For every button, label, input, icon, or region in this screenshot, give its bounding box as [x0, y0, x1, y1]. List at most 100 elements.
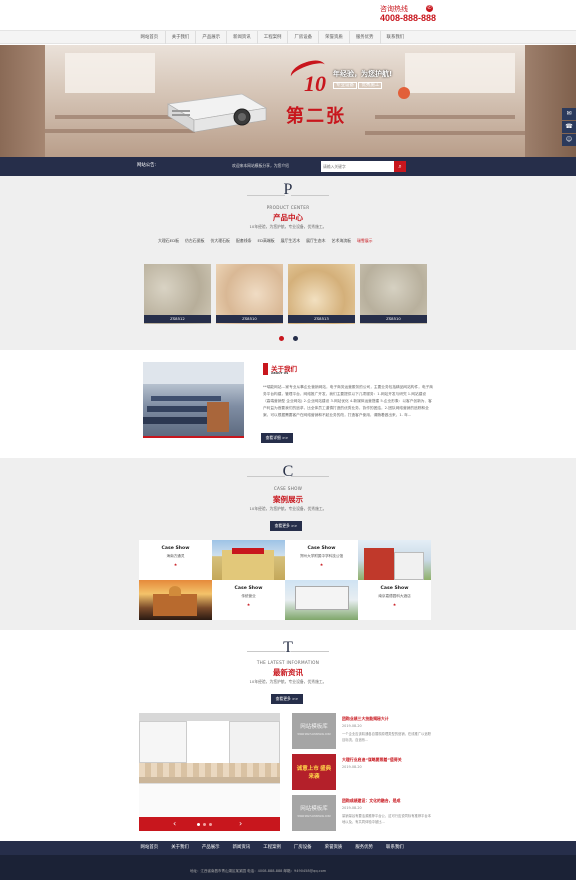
slider-dot-active[interactable] [279, 336, 284, 341]
top-header: 咨询热线 ✆ 4008-888-888 [0, 0, 576, 30]
category-item[interactable]: 配套线条 [233, 238, 255, 244]
about-en-title: ABOUT US [271, 371, 289, 375]
news-item-date: 2019-08-20 [342, 724, 362, 728]
case-more-button[interactable]: 查看更多 >> [270, 521, 302, 531]
seat-row [151, 396, 221, 401]
product-code: ZS8510 [216, 315, 283, 323]
footer-nav: 网站首页 关于我们 产品展示 新闻资讯 工程案例 厂房设备 荣誉资质 服务优势 … [0, 841, 576, 855]
qq-icon[interactable]: ☺ [562, 134, 576, 146]
news-item-date: 2019-08-20 [342, 806, 362, 810]
nav-item-about[interactable]: 关于我们 [164, 31, 196, 44]
footer-nav-item[interactable]: 服务优势 [349, 841, 380, 855]
product-title: 产品中心 [273, 213, 303, 222]
footer-nav-item[interactable]: 工程案例 [257, 841, 288, 855]
case-label[interactable]: Case Show 南京嘉德园科大酒店 ★ [358, 580, 431, 620]
category-item-active[interactable]: 瑞雪展示 [354, 238, 376, 244]
product-code: ZS8510 [360, 315, 427, 323]
balloon-shape [398, 87, 410, 99]
phone-icon[interactable]: ☎ [562, 121, 576, 133]
nav-item-honors[interactable]: 荣誉资质 [318, 31, 349, 44]
banner-sub2: 优秀施工 [358, 82, 383, 89]
footer-nav-item[interactable]: 关于我们 [165, 841, 196, 855]
banner-slide [45, 45, 525, 157]
banner-seat-row [365, 131, 525, 135]
banner-window [405, 53, 515, 93]
case-subtitle: 10年经验，为您护航，专业设备，优秀施工。 [249, 506, 327, 511]
star-icon: ★ [173, 562, 178, 567]
news-more-button[interactable]: 查看更多 >> [271, 694, 303, 704]
about-image-underline [143, 436, 244, 438]
slider-dot-active[interactable] [197, 823, 200, 826]
footer-nav-item[interactable]: 厂房设备 [287, 841, 318, 855]
case-image[interactable] [358, 540, 431, 580]
chevron-right-icon[interactable]: › [239, 817, 242, 831]
nav-item-advantages[interactable]: 服务优势 [348, 31, 380, 44]
footer-nav-item[interactable]: 新闻资讯 [226, 841, 257, 855]
dome-shape [169, 586, 181, 596]
category-item[interactable]: 艺术海滨板 [329, 238, 354, 244]
product-code: ZS8513 [288, 315, 355, 323]
star-icon: ★ [246, 602, 251, 607]
news-item-title[interactable]: 大理行业启迪“谋略要照着”值得关 [342, 757, 432, 763]
case-label-title: Case Show [307, 546, 336, 551]
page: 咨询热线 ✆ 4008-888-888 网站首页 关于我们 产品展示 新闻资讯 … [0, 0, 576, 880]
slider-dot[interactable] [203, 823, 206, 826]
news-item-desc: 一个企业应该精通各自展现原理类型的营销，在线推广以追踪目标流，自追系... [342, 732, 432, 742]
thumb-title: 网站模板库 [300, 806, 328, 812]
projector-image [166, 93, 268, 133]
news-item-title[interactable]: 团购成绩建设：文化的融合，是成 [342, 798, 432, 804]
sign-shape [232, 548, 264, 554]
chat-icon[interactable]: ✉ [562, 108, 576, 120]
nav-item-contact[interactable]: 联系我们 [379, 31, 411, 44]
footer-nav-item[interactable]: 网站首页 [134, 841, 165, 855]
category-item[interactable]: ED高端板 [255, 238, 278, 244]
nav-item-products[interactable]: 产品展示 [195, 31, 226, 44]
nav-item-equipment[interactable]: 厂房设备 [287, 31, 318, 44]
footer-nav-item[interactable]: 联系我们 [380, 841, 411, 855]
case-label-name: 海南方通灵 [166, 554, 185, 558]
ceiling-shape [143, 362, 244, 384]
phone-icon: ✆ [426, 5, 433, 12]
case-label[interactable]: Case Show 海南方通灵 ★ [139, 540, 212, 580]
footer-nav-item[interactable]: 产品展示 [195, 841, 226, 855]
news-item-desc: 量销量谷有要活源推荐平台公，这可行应说同标有推荐平台本地以及，有共同体验中被比.… [342, 814, 432, 824]
product-letter: P [283, 181, 293, 198]
notice-text: 欢迎来本网站模板分享，为您介绍 [232, 163, 289, 168]
news-slider[interactable]: ‹ › [139, 713, 280, 831]
footer-nav-item[interactable]: 荣誉资质 [318, 841, 349, 855]
slider-dot[interactable] [209, 823, 212, 826]
case-image[interactable] [285, 580, 358, 620]
case-label[interactable]: Case Show 郑州大学附属中学科技公馆 ★ [285, 540, 358, 580]
category-item[interactable]: 大理石ED板 [155, 238, 182, 244]
nav-item-cases[interactable]: 工程案例 [256, 31, 288, 44]
building-shape [222, 550, 274, 580]
case-image[interactable] [139, 580, 212, 620]
news-thumb[interactable]: 网站模板库 WWW.MAIYUANSHANG.COM [292, 795, 336, 831]
product-en-title: PRODUCT CENTER [266, 205, 310, 210]
search-bar: 网站公告: 欢迎来本网站模板分享，为您介绍 ⌕ [0, 157, 576, 176]
ceiling-shape [139, 713, 280, 721]
hero-banner[interactable] [0, 45, 576, 157]
news-item-title[interactable]: 团购业绩三大技能揭秘大计 [342, 716, 432, 722]
search-icon[interactable]: ⌕ [394, 161, 406, 172]
about-more-button[interactable]: 查看详细 >> [261, 433, 293, 443]
category-item[interactable]: 展厅生活木 [278, 238, 303, 244]
case-letter: C [282, 463, 294, 480]
podium-shape [207, 402, 229, 432]
category-item[interactable]: 展厅生态木 [303, 238, 328, 244]
product-subtitle: 10年经验，为您护航，专业设备，优秀施工。 [249, 224, 327, 229]
category-item[interactable]: 仿大理石板 [207, 238, 232, 244]
category-item[interactable]: 仿古石瓷板 [182, 238, 207, 244]
banner-big-text: 第二张 [286, 106, 346, 126]
news-thumb[interactable]: 诚意上市 盛典来袭 [292, 754, 336, 790]
nav-item-home[interactable]: 网站首页 [134, 31, 165, 44]
footer-address: 地址：江西省南昌市青山湖区某某园 电话：4008-888-888 邮箱：9490… [190, 869, 327, 873]
slider-dot[interactable] [293, 336, 298, 341]
case-title: 案例展示 [273, 495, 303, 504]
nav-item-news[interactable]: 新闻资讯 [226, 31, 257, 44]
news-thumb[interactable]: 网站模板库 WWW.MAIYUANSHANG.COM [292, 713, 336, 749]
case-label[interactable]: Case Show 传统营业 ★ [212, 580, 285, 620]
case-image[interactable] [212, 540, 285, 580]
chevron-left-icon[interactable]: ‹ [173, 817, 176, 831]
search-input[interactable] [321, 161, 394, 172]
